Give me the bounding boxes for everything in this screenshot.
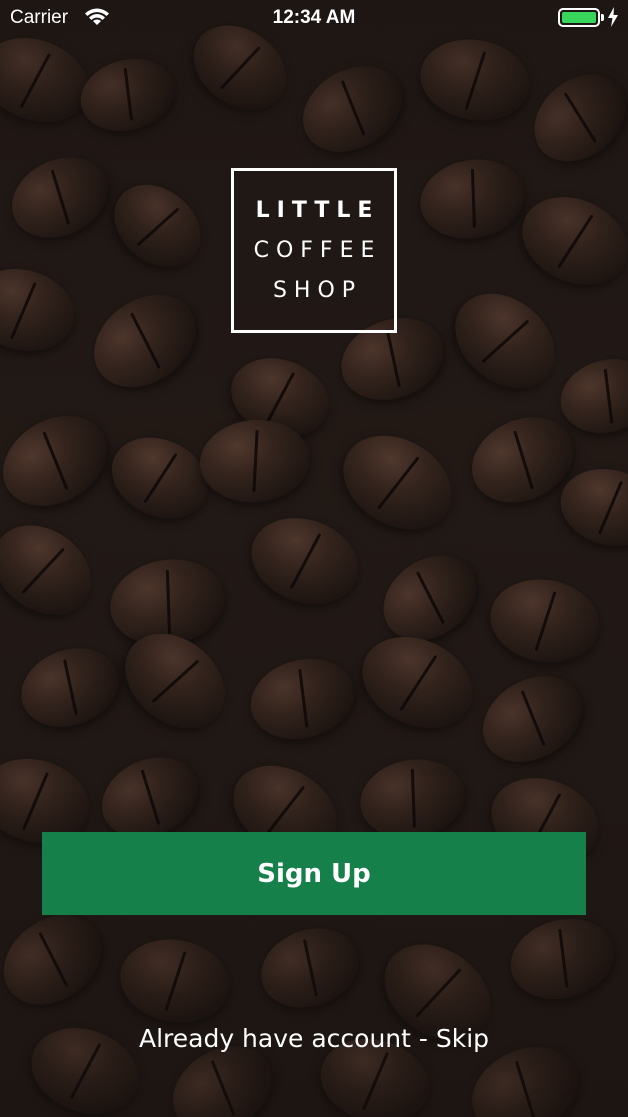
battery-cap [601,14,604,21]
sign-up-button[interactable]: Sign Up [42,832,586,915]
logo-line-little: LITTLE [255,197,380,223]
skip-link[interactable]: Already have account - Skip [0,1024,628,1053]
status-bar: Carrier 12:34 AM [0,0,628,36]
logo-line-shop: SHOP [272,277,363,303]
charging-bolt-icon [608,7,618,27]
logo-line-coffee: COFFEE [253,237,382,263]
clock: 12:34 AM [272,7,356,28]
little-coffee-shop-logo: LITTLE COFFEE SHOP [231,168,397,333]
splash-screen: Carrier 12:34 AM LITTLE COFFEE SHOP Sign… [0,0,628,1117]
battery-icon [558,8,600,27]
